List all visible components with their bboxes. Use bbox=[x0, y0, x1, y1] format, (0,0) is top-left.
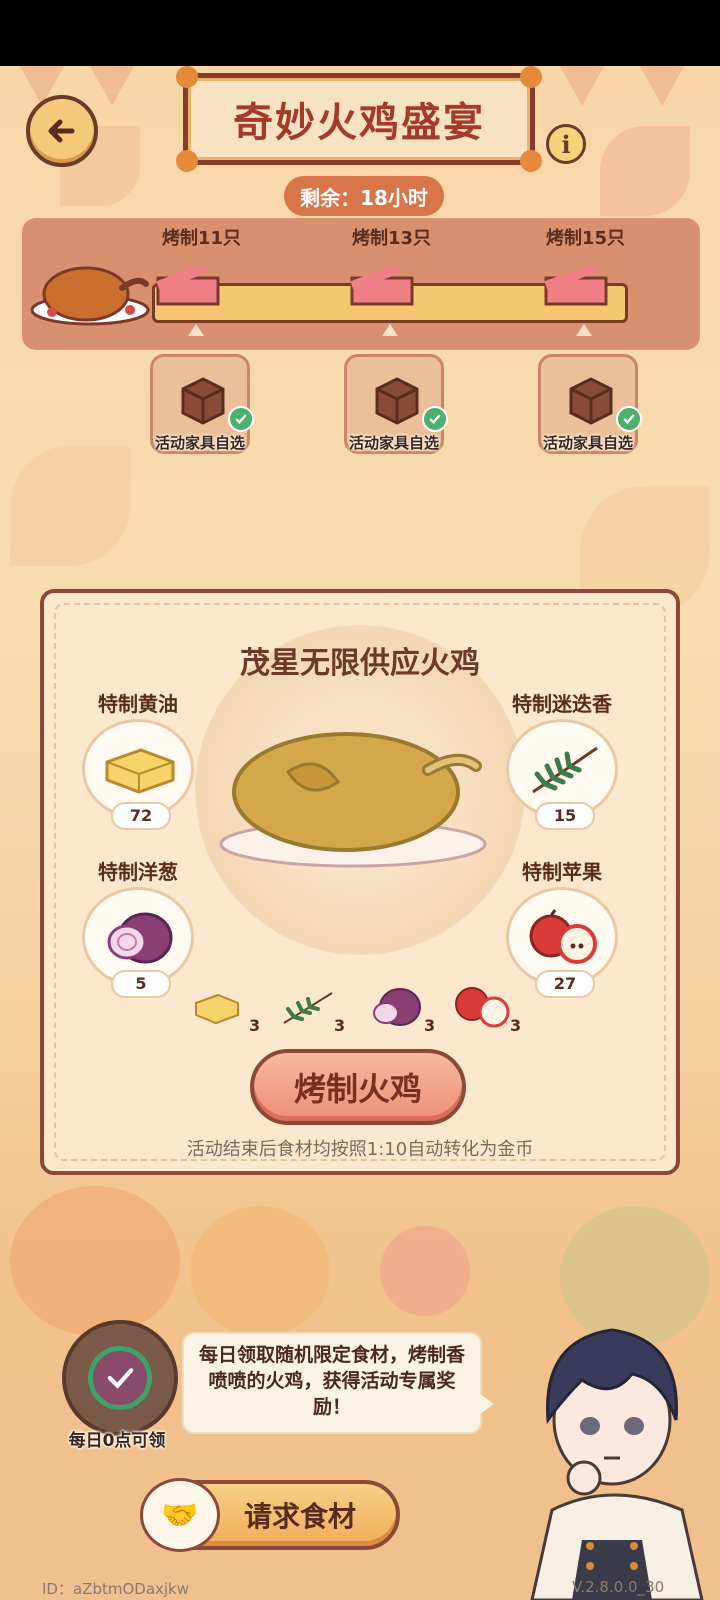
ingredient-count: 5 bbox=[111, 970, 171, 998]
milestone-pointer-icon bbox=[382, 324, 398, 336]
npc-speech-bubble: 每日领取随机限定食材，烤制香喷喷的火鸡，获得活动专属奖励！ bbox=[182, 1332, 494, 1434]
handshake-icon: 🤝 bbox=[140, 1478, 220, 1552]
recipe-qty: 3 bbox=[249, 1016, 261, 1035]
milestone-label-1: 烤制11只 bbox=[162, 228, 242, 249]
ingredient-name: 特制苹果 bbox=[522, 860, 602, 884]
ingredient-circle: 27 bbox=[506, 887, 618, 998]
daily-claim-label: 每日0点可领 bbox=[68, 1431, 166, 1451]
bunting-flag bbox=[640, 66, 684, 106]
reward-label: 活动家具自选 bbox=[154, 434, 245, 452]
ingredient-butter: 特制黄油 72 bbox=[80, 688, 196, 830]
daily-check-icon bbox=[88, 1346, 152, 1410]
milestone-reward-3[interactable]: 活动家具自选 bbox=[538, 354, 642, 458]
back-button[interactable] bbox=[26, 95, 98, 167]
arrow-left-icon bbox=[48, 119, 75, 143]
remaining-time-badge: 剩余：18小时 bbox=[284, 176, 444, 216]
furniture-box-icon bbox=[569, 377, 613, 425]
reward-label: 活动家具自选 bbox=[348, 434, 439, 452]
status-bar bbox=[0, 0, 720, 66]
title-ornament bbox=[520, 150, 542, 172]
furniture-box-icon bbox=[181, 377, 225, 425]
event-title-plate: 奇妙火鸡盛宴 bbox=[176, 66, 542, 172]
conversion-note: 活动结束后食材均按照1:10自动转化为金币 bbox=[186, 1139, 534, 1160]
turkey-icon bbox=[219, 732, 487, 868]
npc-character bbox=[530, 1328, 704, 1600]
bunting-flag bbox=[90, 66, 134, 106]
ingredient-name: 特制迷迭香 bbox=[512, 692, 612, 716]
apple-icon bbox=[529, 909, 597, 964]
ingredient-count: 72 bbox=[111, 802, 171, 830]
ingredient-rosemary: 特制迷迭香 15 bbox=[504, 688, 620, 830]
recipe-qty: 3 bbox=[510, 1016, 522, 1035]
claimed-check-icon bbox=[616, 406, 642, 432]
user-id: ID：aZbtmODaxjkw bbox=[42, 1580, 190, 1598]
ribbon-marker-icon bbox=[350, 266, 414, 306]
cook-turkey-button[interactable]: 烤制火鸡 bbox=[250, 1049, 466, 1125]
bunting-flag bbox=[560, 66, 604, 106]
claimed-check-icon bbox=[228, 406, 254, 432]
rosemary-icon bbox=[283, 992, 333, 1024]
info-icon[interactable]: i bbox=[546, 124, 586, 164]
ribbon-marker-icon bbox=[544, 266, 608, 306]
ingredient-name: 特制黄油 bbox=[98, 692, 178, 716]
app-version: V.2.8.0.0_30 bbox=[572, 1578, 665, 1596]
ingredient-count: 15 bbox=[535, 802, 595, 830]
apple-icon bbox=[455, 987, 510, 1028]
leaf-decoration bbox=[600, 126, 690, 216]
title-ornament bbox=[176, 150, 198, 172]
onion-icon bbox=[373, 988, 421, 1026]
ingredient-apple: 特制苹果 27 bbox=[504, 856, 620, 998]
milestone-reward-1[interactable]: 活动家具自选 bbox=[150, 354, 254, 458]
ingredient-circle: 15 bbox=[506, 719, 618, 830]
apple-decoration bbox=[380, 1226, 470, 1316]
rosemary-icon bbox=[532, 746, 598, 794]
pumpkin-decoration bbox=[10, 1186, 180, 1336]
title-ornament bbox=[176, 66, 198, 88]
ribbon-marker-icon bbox=[156, 266, 220, 306]
claimed-check-icon bbox=[422, 406, 448, 432]
page-title: 奇妙火鸡盛宴 bbox=[233, 100, 485, 146]
butter-icon bbox=[105, 748, 175, 794]
ingredient-circle: 72 bbox=[82, 719, 194, 830]
pumpkin-decoration bbox=[190, 1206, 330, 1336]
ingredient-circle: 5 bbox=[82, 887, 194, 998]
ingredient-name: 特制洋葱 bbox=[98, 860, 178, 884]
milestone-pointer-icon bbox=[576, 324, 592, 336]
recipe-qty: 3 bbox=[424, 1016, 436, 1035]
butter-icon bbox=[195, 993, 239, 1025]
roast-turkey-icon bbox=[30, 266, 150, 326]
furniture-box-icon bbox=[375, 377, 419, 425]
onion-icon bbox=[107, 912, 173, 964]
recipe-qty: 3 bbox=[334, 1016, 346, 1035]
title-ornament bbox=[520, 66, 542, 88]
milestone-reward-2[interactable]: 活动家具自选 bbox=[344, 354, 448, 458]
milestone-pointer-icon bbox=[188, 324, 204, 336]
milestone-label-2: 烤制13只 bbox=[352, 228, 432, 249]
ingredient-onion: 特制洋葱 5 bbox=[80, 856, 196, 998]
daily-claim-button[interactable] bbox=[62, 1320, 178, 1436]
reward-label: 活动家具自选 bbox=[542, 434, 633, 452]
leaf-decoration bbox=[10, 446, 130, 566]
ingredient-count: 27 bbox=[535, 970, 595, 998]
card-title: 茂星无限供应火鸡 bbox=[240, 646, 480, 681]
milestone-label-3: 烤制15只 bbox=[546, 228, 626, 249]
